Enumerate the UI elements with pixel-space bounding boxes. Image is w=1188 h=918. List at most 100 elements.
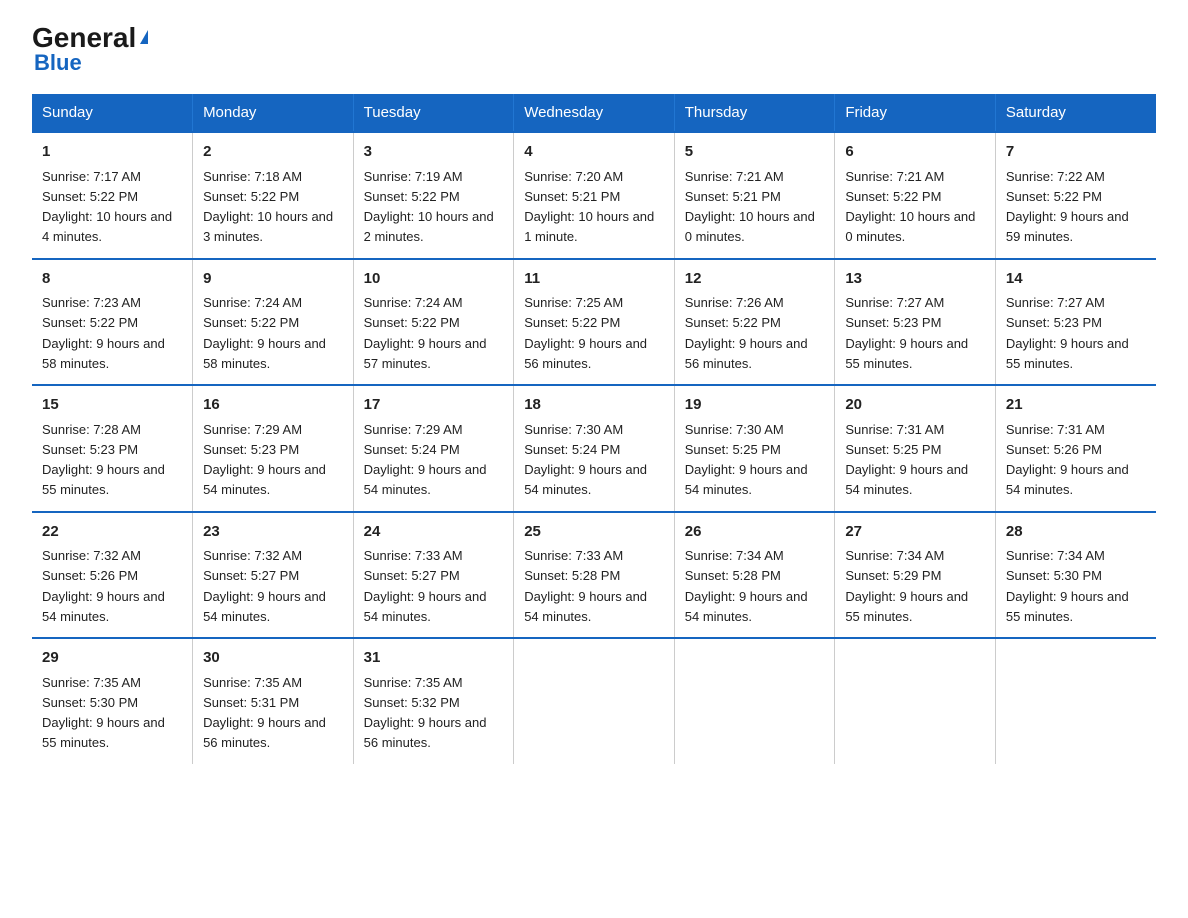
day-info: Sunrise: 7:21 AMSunset: 5:21 PMDaylight:…: [685, 169, 815, 245]
day-number: 31: [364, 647, 504, 670]
calendar-cell: 2Sunrise: 7:18 AMSunset: 5:22 PMDaylight…: [193, 132, 354, 259]
calendar-cell: 21Sunrise: 7:31 AMSunset: 5:26 PMDayligh…: [995, 385, 1156, 512]
day-info: Sunrise: 7:19 AMSunset: 5:22 PMDaylight:…: [364, 169, 494, 245]
calendar-cell: 22 Sunrise: 7:32 AMSunset: 5:26 PMDayligh…: [32, 512, 193, 639]
logo: General Blue: [32, 24, 148, 76]
day-info: Sunrise: 7:24 AMSunset: 5:22 PMDaylight:…: [203, 295, 326, 371]
calendar-cell: 11 Sunrise: 7:25 AMSunset: 5:22 PMDayligh…: [514, 259, 675, 386]
header-wednesday: Wednesday: [514, 94, 675, 132]
day-number: 29: [42, 647, 182, 670]
day-number: 9: [203, 268, 343, 291]
calendar-cell: 3 Sunrise: 7:19 AMSunset: 5:22 PMDaylight…: [353, 132, 514, 259]
day-info: Sunrise: 7:17 AMSunset: 5:22 PMDaylight:…: [42, 169, 172, 245]
header-thursday: Thursday: [674, 94, 835, 132]
header-monday: Monday: [193, 94, 354, 132]
calendar-cell: 25Sunrise: 7:33 AMSunset: 5:28 PMDayligh…: [514, 512, 675, 639]
day-info: Sunrise: 7:32 AMSunset: 5:27 PMDaylight:…: [203, 548, 326, 624]
day-number: 26: [685, 521, 825, 544]
day-info: Sunrise: 7:24 AMSunset: 5:22 PMDaylight:…: [364, 295, 487, 371]
day-number: 7: [1006, 141, 1146, 164]
calendar-cell: 24 Sunrise: 7:33 AMSunset: 5:27 PMDayligh…: [353, 512, 514, 639]
day-number: 19: [685, 394, 825, 417]
day-info: Sunrise: 7:21 AMSunset: 5:22 PMDaylight:…: [845, 169, 975, 245]
day-info: Sunrise: 7:20 AMSunset: 5:21 PMDaylight:…: [524, 169, 654, 245]
calendar-cell: [835, 638, 996, 764]
calendar-cell: 8Sunrise: 7:23 AMSunset: 5:22 PMDaylight…: [32, 259, 193, 386]
day-number: 23: [203, 521, 343, 544]
day-number: 22: [42, 521, 182, 544]
day-number: 2: [203, 141, 343, 164]
calendar-week-row: 15Sunrise: 7:28 AMSunset: 5:23 PMDayligh…: [32, 385, 1156, 512]
calendar-week-row: 29 Sunrise: 7:35 AMSunset: 5:30 PMDayligh…: [32, 638, 1156, 764]
day-number: 24: [364, 521, 504, 544]
day-info: Sunrise: 7:35 AMSunset: 5:30 PMDaylight:…: [42, 675, 165, 751]
calendar-week-row: 22 Sunrise: 7:32 AMSunset: 5:26 PMDayligh…: [32, 512, 1156, 639]
day-number: 6: [845, 141, 985, 164]
calendar-cell: 16Sunrise: 7:29 AMSunset: 5:23 PMDayligh…: [193, 385, 354, 512]
calendar-week-row: 8Sunrise: 7:23 AMSunset: 5:22 PMDaylight…: [32, 259, 1156, 386]
calendar-cell: [514, 638, 675, 764]
calendar-cell: 14Sunrise: 7:27 AMSunset: 5:23 PMDayligh…: [995, 259, 1156, 386]
calendar-week-row: 1 Sunrise: 7:17 AMSunset: 5:22 PMDaylight…: [32, 132, 1156, 259]
calendar-cell: 4 Sunrise: 7:20 AMSunset: 5:21 PMDaylight…: [514, 132, 675, 259]
day-number: 11: [524, 268, 664, 291]
calendar-cell: [995, 638, 1156, 764]
calendar-cell: 6 Sunrise: 7:21 AMSunset: 5:22 PMDaylight…: [835, 132, 996, 259]
calendar-cell: 27 Sunrise: 7:34 AMSunset: 5:29 PMDayligh…: [835, 512, 996, 639]
day-number: 17: [364, 394, 504, 417]
calendar-cell: 31 Sunrise: 7:35 AMSunset: 5:32 PMDayligh…: [353, 638, 514, 764]
day-info: Sunrise: 7:27 AMSunset: 5:23 PMDaylight:…: [845, 295, 968, 371]
day-info: Sunrise: 7:22 AMSunset: 5:22 PMDaylight:…: [1006, 169, 1129, 245]
day-number: 1: [42, 141, 182, 164]
day-number: 12: [685, 268, 825, 291]
day-number: 3: [364, 141, 504, 164]
day-info: Sunrise: 7:25 AMSunset: 5:22 PMDaylight:…: [524, 295, 647, 371]
day-info: Sunrise: 7:31 AMSunset: 5:25 PMDaylight:…: [845, 422, 968, 498]
calendar-cell: [674, 638, 835, 764]
day-info: Sunrise: 7:33 AMSunset: 5:28 PMDaylight:…: [524, 548, 647, 624]
day-number: 30: [203, 647, 343, 670]
day-info: Sunrise: 7:34 AMSunset: 5:29 PMDaylight:…: [845, 548, 968, 624]
calendar-cell: 29 Sunrise: 7:35 AMSunset: 5:30 PMDayligh…: [32, 638, 193, 764]
day-info: Sunrise: 7:34 AMSunset: 5:28 PMDaylight:…: [685, 548, 808, 624]
calendar-cell: 20 Sunrise: 7:31 AMSunset: 5:25 PMDayligh…: [835, 385, 996, 512]
day-info: Sunrise: 7:32 AMSunset: 5:26 PMDaylight:…: [42, 548, 165, 624]
day-info: Sunrise: 7:26 AMSunset: 5:22 PMDaylight:…: [685, 295, 808, 371]
calendar-cell: 18Sunrise: 7:30 AMSunset: 5:24 PMDayligh…: [514, 385, 675, 512]
calendar-table: SundayMondayTuesdayWednesdayThursdayFrid…: [32, 94, 1156, 764]
calendar-cell: 26 Sunrise: 7:34 AMSunset: 5:28 PMDayligh…: [674, 512, 835, 639]
logo-general: General: [32, 24, 148, 52]
calendar-cell: 28Sunrise: 7:34 AMSunset: 5:30 PMDayligh…: [995, 512, 1156, 639]
calendar-cell: 12 Sunrise: 7:26 AMSunset: 5:22 PMDayligh…: [674, 259, 835, 386]
calendar-cell: 15Sunrise: 7:28 AMSunset: 5:23 PMDayligh…: [32, 385, 193, 512]
day-info: Sunrise: 7:35 AMSunset: 5:32 PMDaylight:…: [364, 675, 487, 751]
calendar-cell: 10 Sunrise: 7:24 AMSunset: 5:22 PMDayligh…: [353, 259, 514, 386]
day-info: Sunrise: 7:31 AMSunset: 5:26 PMDaylight:…: [1006, 422, 1129, 498]
day-info: Sunrise: 7:29 AMSunset: 5:24 PMDaylight:…: [364, 422, 487, 498]
day-number: 5: [685, 141, 825, 164]
day-number: 10: [364, 268, 504, 291]
day-number: 14: [1006, 268, 1146, 291]
day-number: 27: [845, 521, 985, 544]
day-info: Sunrise: 7:33 AMSunset: 5:27 PMDaylight:…: [364, 548, 487, 624]
calendar-cell: 9 Sunrise: 7:24 AMSunset: 5:22 PMDaylight…: [193, 259, 354, 386]
calendar-cell: 13Sunrise: 7:27 AMSunset: 5:23 PMDayligh…: [835, 259, 996, 386]
calendar-cell: 30 Sunrise: 7:35 AMSunset: 5:31 PMDayligh…: [193, 638, 354, 764]
calendar-cell: 5 Sunrise: 7:21 AMSunset: 5:21 PMDaylight…: [674, 132, 835, 259]
header-tuesday: Tuesday: [353, 94, 514, 132]
day-number: 20: [845, 394, 985, 417]
header-saturday: Saturday: [995, 94, 1156, 132]
calendar-cell: 17 Sunrise: 7:29 AMSunset: 5:24 PMDayligh…: [353, 385, 514, 512]
day-info: Sunrise: 7:34 AMSunset: 5:30 PMDaylight:…: [1006, 548, 1129, 624]
day-number: 4: [524, 141, 664, 164]
day-info: Sunrise: 7:30 AMSunset: 5:24 PMDaylight:…: [524, 422, 647, 498]
day-info: Sunrise: 7:30 AMSunset: 5:25 PMDaylight:…: [685, 422, 808, 498]
day-info: Sunrise: 7:35 AMSunset: 5:31 PMDaylight:…: [203, 675, 326, 751]
page-header: General Blue: [32, 24, 1156, 76]
calendar-cell: 7 Sunrise: 7:22 AMSunset: 5:22 PMDaylight…: [995, 132, 1156, 259]
header-friday: Friday: [835, 94, 996, 132]
day-number: 15: [42, 394, 182, 417]
calendar-cell: 19 Sunrise: 7:30 AMSunset: 5:25 PMDayligh…: [674, 385, 835, 512]
logo-blue: Blue: [34, 50, 82, 76]
day-number: 16: [203, 394, 343, 417]
